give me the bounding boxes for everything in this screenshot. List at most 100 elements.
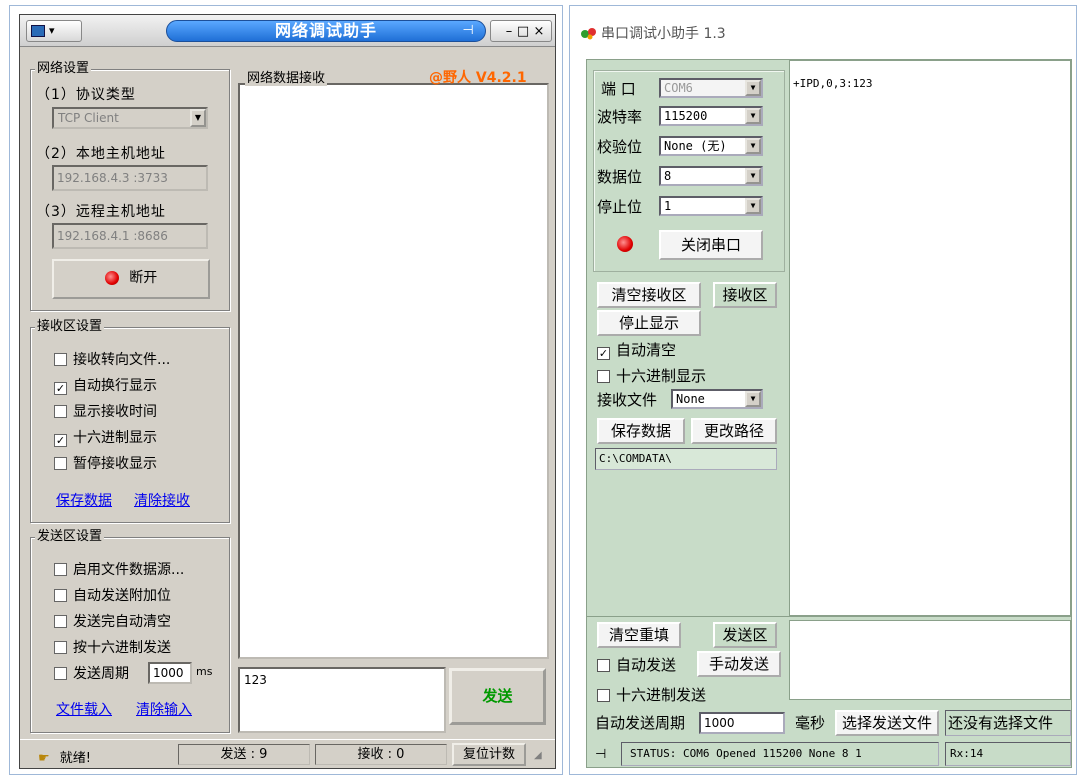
send-option-hex[interactable]: 按十六进制发送 xyxy=(54,639,171,657)
clear-recv-button[interactable]: 清空接收区 xyxy=(597,282,701,308)
chevron-down-icon: ▼ xyxy=(745,138,761,154)
send-option-append[interactable]: 自动发送附加位 xyxy=(54,587,171,605)
network-debug-window: ▾ 网络调试助手 ⊣ – □ × 网络设置 （1）协议类型 TCP Client… xyxy=(19,14,556,769)
auto-send-option[interactable]: 自动发送 xyxy=(597,656,676,674)
option-label: 启用文件数据源... xyxy=(73,562,185,578)
checkbox-checked[interactable]: ✓ xyxy=(597,347,610,360)
status-bar: ☛ 就绪! 发送 : 9 接收 : 0 复位计数 ◢ xyxy=(20,739,555,768)
manual-send-button[interactable]: 手动发送 xyxy=(697,651,781,677)
send-option-period[interactable]: 发送周期 xyxy=(54,665,129,683)
databits-label: 数据位 xyxy=(597,168,643,186)
window-title: 网络调试助手 xyxy=(274,21,377,40)
serial-body: 端 口 COM6 ▼ 波特率 115200 ▼ 校验位 None (无) ▼ 数… xyxy=(586,59,1072,768)
send-textarea[interactable]: 123 xyxy=(238,667,446,733)
serial-debug-window: 串口调试小助手 1.3 端 口 COM6 ▼ 波特率 115200 ▼ 校验位 … xyxy=(576,14,1072,770)
period-input[interactable]: 1000 xyxy=(148,662,192,684)
network-recv-area[interactable] xyxy=(238,83,549,659)
checkbox[interactable] xyxy=(597,370,610,383)
protocol-select[interactable]: TCP Client ▼ xyxy=(52,107,208,129)
recv-option-pause[interactable]: 暂停接收显示 xyxy=(54,455,157,473)
ready-icon: ☛ xyxy=(38,751,50,766)
serial-status: STATUS: COM6 Opened 115200 None 8 1 xyxy=(621,742,939,766)
recv-option-auto-wrap[interactable]: ✓ 自动换行显示 xyxy=(54,377,157,395)
option-label: 自动发送 xyxy=(616,656,677,674)
local-address-label: （2）本地主机地址 xyxy=(36,146,166,162)
checkbox[interactable] xyxy=(597,659,610,672)
chevron-down-icon: ▼ xyxy=(190,109,206,127)
load-file-link[interactable]: 文件载入 xyxy=(56,699,112,719)
protocol-value: TCP Client xyxy=(58,111,119,125)
checkbox[interactable] xyxy=(54,563,67,576)
sent-count: 发送 : 9 xyxy=(178,744,310,765)
group-label: 网络设置 xyxy=(35,60,92,78)
checkbox[interactable] xyxy=(54,457,67,470)
recv-area-label[interactable]: 接收区 xyxy=(713,282,777,308)
serial-recv-area[interactable]: +IPD,0,3:123 xyxy=(789,60,1071,616)
ready-status: ☛ 就绪! xyxy=(38,747,91,766)
checkbox-checked[interactable]: ✓ xyxy=(54,434,67,447)
disconnect-button[interactable]: 断开 xyxy=(52,259,210,299)
option-label: 自动清空 xyxy=(616,341,677,359)
clear-refill-button[interactable]: 清空重填 xyxy=(597,622,681,648)
send-option-file-source[interactable]: 启用文件数据源... xyxy=(54,561,184,579)
port-select[interactable]: COM6 ▼ xyxy=(659,78,763,98)
checkbox[interactable] xyxy=(597,689,610,702)
databits-value: 8 xyxy=(664,169,672,183)
chevron-down-icon: ▼ xyxy=(745,80,761,96)
stopbits-value: 1 xyxy=(664,199,672,213)
checkbox[interactable] xyxy=(54,641,67,654)
stopbits-select[interactable]: 1 ▼ xyxy=(659,196,763,216)
remote-address-field[interactable]: 192.168.4.1 :8686 xyxy=(52,223,208,249)
clear-input-link[interactable]: 清除输入 xyxy=(136,699,192,719)
close-icon[interactable]: × xyxy=(527,22,551,42)
option-label: 发送完自动清空 xyxy=(73,614,171,630)
recv-option-hex[interactable]: ✓ 十六进制显示 xyxy=(54,429,157,447)
choose-file-button[interactable]: 选择发送文件 xyxy=(835,710,939,736)
recv-option-to-file[interactable]: 接收转向文件... xyxy=(54,351,170,369)
send-button[interactable]: 发送 xyxy=(449,668,546,725)
checkbox-checked[interactable]: ✓ xyxy=(54,382,67,395)
serial-send-area[interactable] xyxy=(789,620,1071,700)
send-area-label[interactable]: 发送区 xyxy=(713,622,777,648)
no-file-label: 还没有选择文件 xyxy=(945,710,1071,736)
resize-grip-icon[interactable]: ◢ xyxy=(534,750,542,761)
system-menu-button[interactable]: ▾ xyxy=(26,20,82,42)
auto-period-label: 自动发送周期 xyxy=(595,714,686,732)
port-value: COM6 xyxy=(664,81,693,95)
hex-display-option[interactable]: 十六进制显示 xyxy=(597,367,706,385)
checkbox[interactable] xyxy=(54,589,67,602)
parity-select[interactable]: None (无) ▼ xyxy=(659,136,763,156)
recv-option-show-time[interactable]: 显示接收时间 xyxy=(54,403,157,421)
port-status-light-icon xyxy=(617,236,633,252)
option-label: 显示接收时间 xyxy=(73,404,157,420)
ready-text: 就绪! xyxy=(59,751,92,766)
auto-period-input[interactable]: 1000 xyxy=(699,712,785,734)
parity-value: None (无) xyxy=(664,139,727,153)
option-label: 按十六进制发送 xyxy=(73,640,171,656)
databits-select[interactable]: 8 ▼ xyxy=(659,166,763,186)
checkbox[interactable] xyxy=(54,667,67,680)
checkbox[interactable] xyxy=(54,615,67,628)
save-data-link[interactable]: 保存数据 xyxy=(56,490,112,510)
network-app-icon xyxy=(31,25,45,37)
checkbox[interactable] xyxy=(54,405,67,418)
stopbits-label: 停止位 xyxy=(597,198,643,216)
local-address-field[interactable]: 192.168.4.3 :3733 xyxy=(52,165,208,191)
pin-icon[interactable]: ⊣ xyxy=(456,21,480,41)
reset-count-button[interactable]: 复位计数 xyxy=(452,743,526,766)
period-unit: ms xyxy=(196,665,213,678)
save-data-button[interactable]: 保存数据 xyxy=(597,418,685,444)
baud-value: 115200 xyxy=(664,109,708,123)
send-option-auto-clear[interactable]: 发送完自动清空 xyxy=(54,613,171,631)
baud-select[interactable]: 115200 ▼ xyxy=(659,106,763,126)
option-label: 十六进制显示 xyxy=(73,430,157,446)
checkbox[interactable] xyxy=(54,353,67,366)
clear-recv-link[interactable]: 清除接收 xyxy=(134,490,190,510)
hex-send-option[interactable]: 十六进制发送 xyxy=(597,686,706,704)
pin-icon[interactable]: ⊣ xyxy=(595,747,606,762)
recv-file-select[interactable]: None ▼ xyxy=(671,389,763,409)
change-path-button[interactable]: 更改路径 xyxy=(691,418,777,444)
stop-display-button[interactable]: 停止显示 xyxy=(597,310,701,336)
close-port-button[interactable]: 关闭串口 xyxy=(659,230,763,260)
auto-clear-option[interactable]: ✓ 自动清空 xyxy=(597,341,676,360)
